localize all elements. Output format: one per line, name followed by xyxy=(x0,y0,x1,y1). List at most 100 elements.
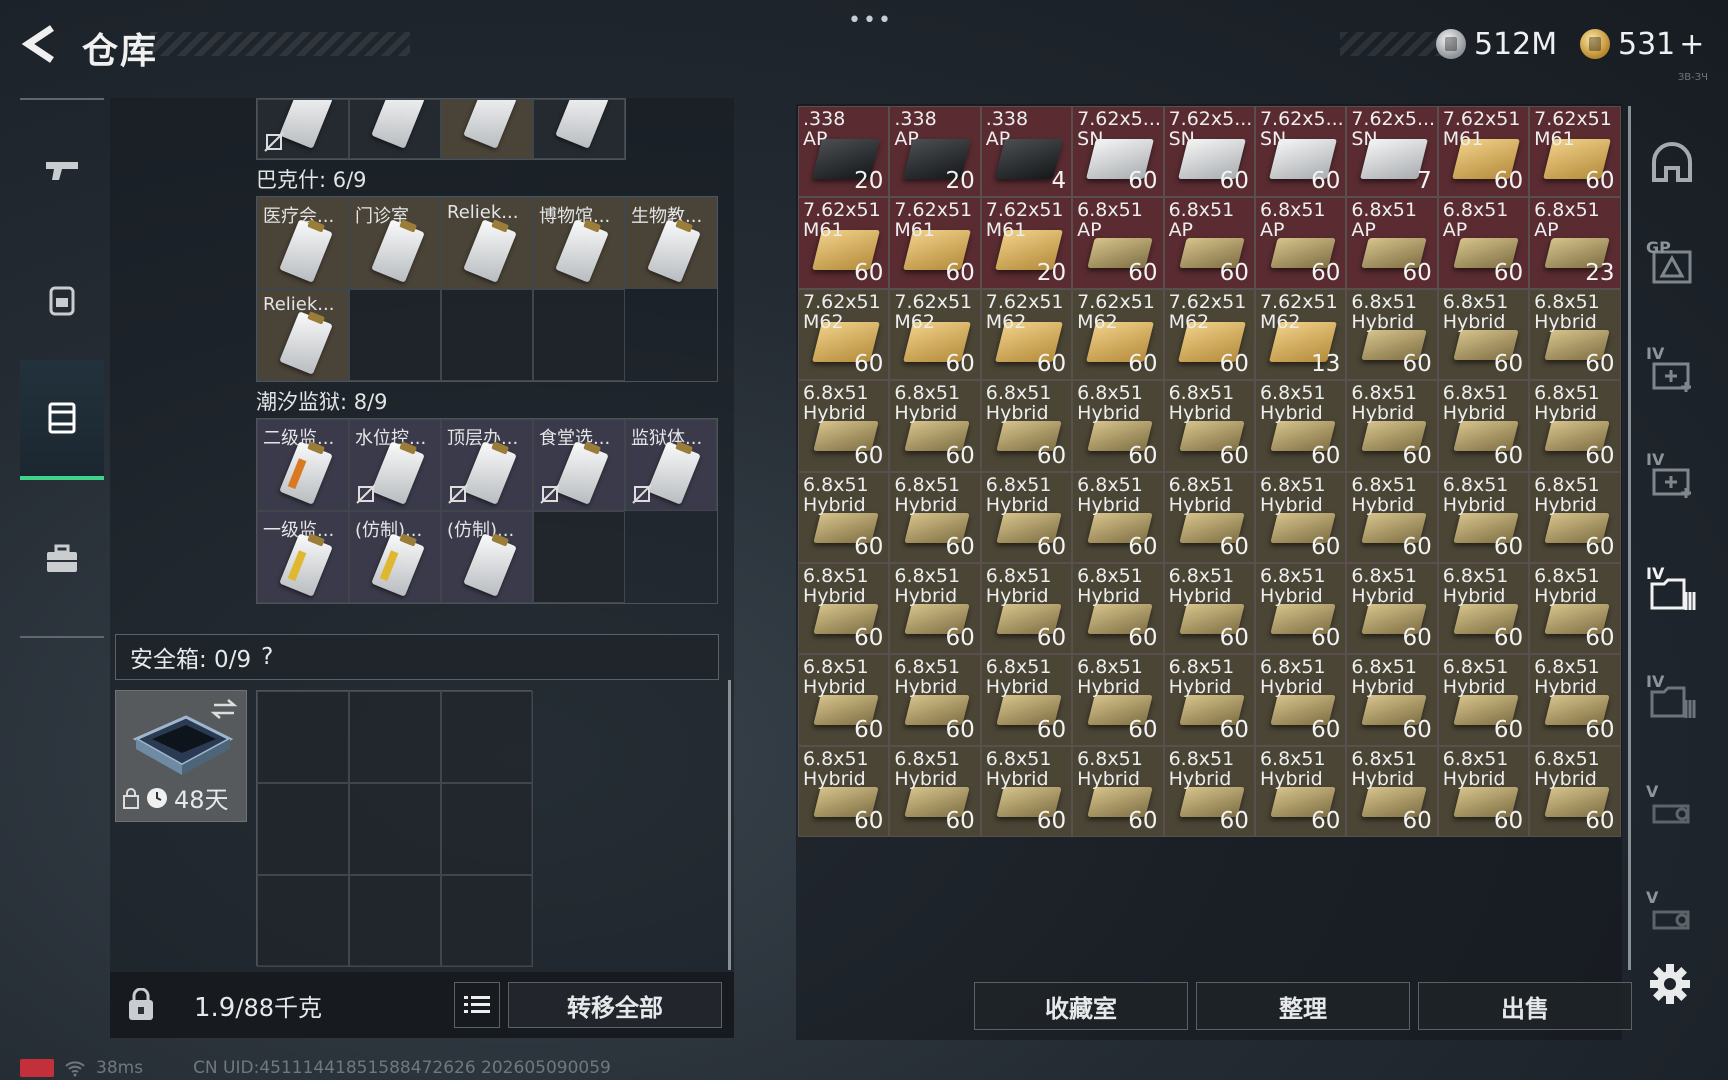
more-menu-icon[interactable]: ••• xyxy=(848,8,893,33)
ammo-item[interactable]: 6.8x51 Hybrid 60 xyxy=(889,380,981,472)
collection-room-button[interactable]: 收藏室 xyxy=(974,982,1188,1030)
ammo-item[interactable]: 6.8x51 Hybrid 60 xyxy=(1254,745,1347,838)
ammo-item[interactable]: 6.8x51 AP 60 xyxy=(1163,197,1255,289)
keycard-slot[interactable]: 监狱体... xyxy=(625,419,717,511)
ammo-item[interactable]: 6.8x51 Hybrid 60 xyxy=(1529,288,1621,381)
filter-attachment-1[interactable]: V xyxy=(1640,778,1704,842)
ammo-item[interactable]: 7.62x5... SN 60 xyxy=(1254,106,1347,198)
ammo-item[interactable]: 6.8x51 AP 23 xyxy=(1529,197,1621,289)
transfer-all-button[interactable]: 转移全部 xyxy=(508,982,722,1028)
ammo-item[interactable]: 6.8x51 Hybrid 60 xyxy=(980,471,1073,563)
empty-slot[interactable] xyxy=(533,289,625,381)
empty-slot[interactable] xyxy=(349,783,441,875)
ammo-item[interactable]: 6.8x51 AP 60 xyxy=(1346,197,1438,289)
keycard-slot[interactable]: 生物教... xyxy=(625,197,717,289)
ammo-item[interactable]: 6.8x51 AP 60 xyxy=(1072,197,1164,289)
ammo-item[interactable]: 7.62x51 M62 60 xyxy=(1163,288,1255,381)
ammo-item[interactable]: 6.8x51 Hybrid 60 xyxy=(980,380,1073,472)
empty-slot[interactable] xyxy=(441,289,533,381)
empty-slot[interactable] xyxy=(349,875,441,967)
empty-slot[interactable] xyxy=(349,289,441,381)
ammo-item[interactable]: 6.8x51 Hybrid 60 xyxy=(1072,380,1164,472)
filter-armor-plate[interactable]: GP xyxy=(1640,234,1704,298)
back-arrow-icon[interactable] xyxy=(20,22,60,66)
ammo-item[interactable]: 6.8x51 Hybrid 60 xyxy=(889,471,981,563)
ammo-item[interactable]: 6.8x51 Hybrid 60 xyxy=(1254,380,1347,472)
ammo-item[interactable]: 7.62x51 M61 60 xyxy=(1437,106,1530,198)
currency-gold[interactable]: 531 + xyxy=(1580,24,1704,64)
ammo-item[interactable]: 6.8x51 Hybrid 60 xyxy=(1163,380,1255,472)
keycard-slot[interactable]: 博物馆... xyxy=(533,197,625,289)
keycard-slot[interactable]: (仿制)... xyxy=(349,511,441,603)
ammo-item[interactable]: 6.8x51 Hybrid 60 xyxy=(1529,745,1621,838)
backpack-lock-icon[interactable] xyxy=(126,988,156,1022)
ammo-item[interactable]: 6.8x51 Hybrid 60 xyxy=(1346,745,1438,838)
ammo-item[interactable]: 6.8x51 Hybrid 60 xyxy=(1437,380,1530,472)
ammo-item[interactable]: 6.8x51 Hybrid 60 xyxy=(1437,654,1530,746)
empty-slot[interactable] xyxy=(441,691,533,783)
ammo-item[interactable]: 6.8x51 Hybrid 60 xyxy=(1072,471,1164,563)
ammo-item[interactable]: 6.8x51 Hybrid 60 xyxy=(980,562,1073,655)
ammo-item[interactable]: 6.8x51 Hybrid 60 xyxy=(798,380,890,472)
sell-button[interactable]: 出售 xyxy=(1418,982,1632,1030)
keycard-slot[interactable]: (仿制)... xyxy=(441,511,533,603)
ammo-item[interactable]: 6.8x51 Hybrid 60 xyxy=(1437,562,1530,655)
ammo-item[interactable]: 6.8x51 AP 60 xyxy=(1254,197,1347,289)
ammo-item[interactable]: 6.8x51 Hybrid 60 xyxy=(1346,471,1438,563)
ammo-item[interactable]: 6.8x51 Hybrid 60 xyxy=(1254,654,1347,746)
ammo-item[interactable]: 6.8x51 Hybrid 60 xyxy=(1437,745,1530,838)
container-slot[interactable] xyxy=(257,99,349,159)
filter-medkit-2[interactable]: IV xyxy=(1640,446,1704,510)
ammo-item[interactable]: 6.8x51 Hybrid 60 xyxy=(1254,471,1347,563)
empty-slot[interactable] xyxy=(533,511,625,603)
container-tab[interactable] xyxy=(20,360,104,480)
ammo-item[interactable]: 6.8x51 Hybrid 60 xyxy=(798,562,890,655)
ammo-item[interactable]: 6.8x51 Hybrid 60 xyxy=(1163,471,1255,563)
container-scrollbar[interactable] xyxy=(728,680,731,970)
empty-slot[interactable] xyxy=(257,875,349,967)
keycard-slot[interactable]: 水位控... xyxy=(349,419,441,511)
ammo-item[interactable]: 7.62x5... SN 60 xyxy=(1072,106,1164,198)
container-slot[interactable] xyxy=(533,99,625,159)
container-slot[interactable] xyxy=(349,99,441,159)
swap-icon[interactable] xyxy=(210,697,238,721)
ammo-item[interactable]: 6.8x51 Hybrid 60 xyxy=(889,562,981,655)
ammo-item[interactable]: 6.8x51 Hybrid 60 xyxy=(1346,562,1438,655)
ammo-item[interactable]: 6.8x51 Hybrid 60 xyxy=(1163,562,1255,655)
ammo-item[interactable]: 7.62x51 M62 60 xyxy=(1072,288,1164,381)
ammo-item[interactable]: 7.62x51 M61 20 xyxy=(980,197,1073,289)
help-icon[interactable]: ? xyxy=(261,644,273,670)
weapon-tab[interactable] xyxy=(20,110,104,230)
ammo-item[interactable]: 6.8x51 Hybrid 60 xyxy=(1163,745,1255,838)
ammo-item[interactable]: 6.8x51 Hybrid 60 xyxy=(798,745,890,838)
ammo-item[interactable]: 6.8x51 Hybrid 60 xyxy=(980,745,1073,838)
storage-scrollbar[interactable] xyxy=(1628,106,1631,970)
case-tab[interactable] xyxy=(20,500,104,620)
keycard-slot[interactable]: 医疗会... xyxy=(257,197,349,289)
keycard-slot[interactable]: 一级监... xyxy=(257,511,349,603)
ammo-item[interactable]: 6.8x51 Hybrid 60 xyxy=(1529,471,1621,563)
empty-slot[interactable] xyxy=(349,691,441,783)
ammo-item[interactable]: 6.8x51 Hybrid 60 xyxy=(798,471,890,563)
ammo-item[interactable]: .338 AP 20 xyxy=(798,106,890,198)
filter-ammo-active[interactable]: IV xyxy=(1640,560,1704,624)
ammo-item[interactable]: 6.8x51 Hybrid 60 xyxy=(1072,654,1164,746)
backpack-tab[interactable] xyxy=(20,240,104,360)
empty-slot[interactable] xyxy=(257,783,349,875)
ammo-item[interactable]: 6.8x51 Hybrid 60 xyxy=(1437,288,1530,381)
ammo-item[interactable]: 6.8x51 AP 60 xyxy=(1437,197,1530,289)
ammo-item[interactable]: 7.62x51 M62 13 xyxy=(1254,288,1347,381)
ammo-item[interactable]: 6.8x51 Hybrid 60 xyxy=(798,654,890,746)
ammo-item[interactable]: 6.8x51 Hybrid 60 xyxy=(1346,380,1438,472)
ammo-item[interactable]: .338 AP 4 xyxy=(980,106,1073,198)
container-slot[interactable] xyxy=(441,99,533,159)
ammo-item[interactable]: 6.8x51 Hybrid 60 xyxy=(889,745,981,838)
ammo-item[interactable]: 6.8x51 Hybrid 60 xyxy=(1163,654,1255,746)
ammo-item[interactable]: 6.8x51 Hybrid 60 xyxy=(980,654,1073,746)
keycard-slot[interactable]: 顶层办... xyxy=(441,419,533,511)
keycard-slot[interactable]: Reliek... xyxy=(441,197,533,289)
ammo-item[interactable]: 6.8x51 Hybrid 60 xyxy=(1072,562,1164,655)
ammo-item[interactable]: 7.62x5... SN 60 xyxy=(1163,106,1255,198)
ammo-item[interactable]: 6.8x51 Hybrid 60 xyxy=(889,654,981,746)
ammo-item[interactable]: 7.62x5... SN 7 xyxy=(1346,106,1438,198)
